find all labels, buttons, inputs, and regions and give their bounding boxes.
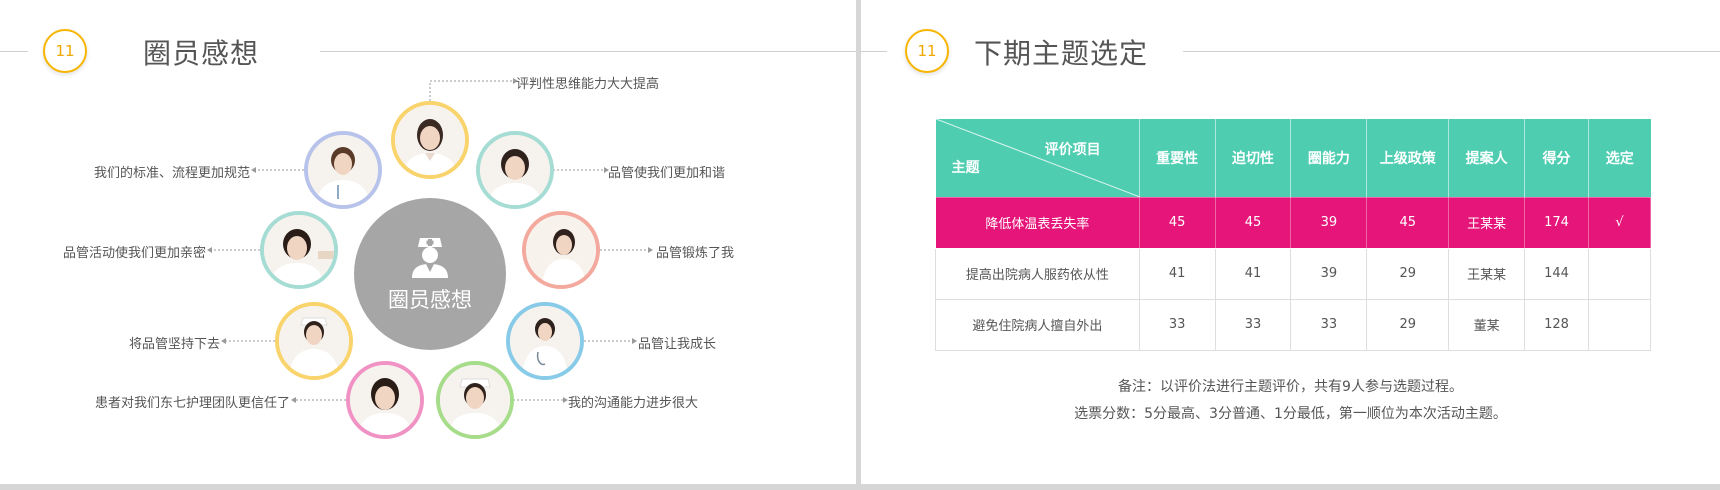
quote-6: 患者对我们东七护理团队更信任了 — [94, 396, 290, 411]
cell-superior-policy: 45 — [1366, 196, 1450, 249]
cell-selected: √ — [1588, 196, 1651, 249]
header-urgency: 迫切性 — [1215, 119, 1292, 197]
cell-topic: 降低体温表丢失率 — [935, 196, 1140, 249]
cell-urgency: 33 — [1214, 298, 1292, 351]
cell-selected — [1588, 298, 1651, 351]
cell-topic: 提高出院病人服药依从性 — [935, 247, 1140, 300]
cell-score: 144 — [1524, 247, 1590, 300]
note-line-1: 备注：以评价法进行主题评价，共有9人参与选题过程。 — [1118, 379, 1463, 395]
header-superior-policy: 上级政策 — [1366, 119, 1450, 197]
quote-1: 评判性思维能力大大提高 — [516, 77, 660, 92]
diagonal-header-cell: 评价项目 主题 — [935, 119, 1140, 197]
table-header-row: 评价项目 主题 重要性 迫切性 圈能力 上级政策 提案人 得分 选定 — [935, 119, 1651, 197]
header-proposer: 提案人 — [1448, 119, 1526, 197]
notes-block: 备注：以评价法进行主题评价，共有9人参与选题过程。 选票分数：5分最高、3分普通… — [861, 374, 1720, 428]
header-selected: 选定 — [1588, 119, 1651, 197]
cell-score: 128 — [1524, 298, 1590, 351]
table-row: 避免住院病人擅自外出 33 33 33 29 董某 128 — [935, 298, 1651, 351]
member-photo-1 — [391, 101, 469, 179]
quote-3: 品管锻炼了我 — [656, 246, 735, 261]
cell-urgency: 41 — [1214, 247, 1292, 300]
cell-importance: 45 — [1138, 196, 1216, 249]
header-score: 得分 — [1524, 119, 1590, 197]
cell-proposer: 王某某 — [1448, 196, 1526, 249]
cell-importance: 41 — [1138, 247, 1216, 300]
header-topic: 主题 — [951, 159, 980, 176]
cell-circle-ability: 33 — [1290, 298, 1368, 351]
cell-topic: 避免住院病人擅自外出 — [935, 298, 1140, 351]
header-eval-items: 评价项目 — [1044, 142, 1101, 158]
header-line-left — [861, 51, 887, 52]
quote-4: 品管让我成长 — [638, 337, 717, 352]
topic-score-table: 评价项目 主题 重要性 迫切性 圈能力 上级政策 提案人 得分 选定 降低体温表… — [935, 119, 1651, 351]
member-photo-8 — [260, 211, 338, 289]
page-title: 下期主题选定 — [974, 37, 1149, 70]
member-photo-4 — [506, 302, 584, 380]
slide-member-thoughts: 11 圈员感想 圈员感想 评判性思维能力大大提高 品管使我们更加和谐 品管锻炼了… — [0, 0, 856, 484]
member-photo-6 — [346, 361, 424, 439]
quote-8: 品管活动使我们更加亲密 — [62, 246, 206, 261]
cell-score: 174 — [1524, 196, 1590, 249]
slide-number-badge: 11 — [905, 29, 949, 73]
table-row: 降低体温表丢失率 45 45 39 45 王某某 174 √ — [935, 196, 1651, 249]
member-photo-3 — [522, 211, 600, 289]
cell-importance: 33 — [1138, 298, 1216, 351]
header-line-right — [1183, 51, 1720, 52]
cell-selected — [1588, 247, 1651, 300]
cell-circle-ability: 39 — [1290, 247, 1368, 300]
member-photo-2 — [476, 131, 554, 209]
note-line-2: 选票分数：5分最高、3分普通、1分最低，第一顺位为本次活动主题。 — [1074, 406, 1507, 422]
slide-next-topic-selection: 11 下期主题选定 评价项目 主题 重要性 迫切性 圈能力 上级政策 提案人 得… — [861, 0, 1720, 484]
quote-9: 我们的标准、流程更加规范 — [93, 166, 250, 181]
cell-urgency: 45 — [1214, 196, 1292, 249]
header-circle-ability: 圈能力 — [1290, 119, 1368, 197]
cell-superior-policy: 29 — [1366, 247, 1450, 300]
connector-1 — [429, 80, 513, 101]
member-photo-9 — [304, 131, 382, 209]
quote-7: 将品管坚持下去 — [128, 337, 220, 352]
member-photo-7 — [275, 302, 353, 380]
cell-circle-ability: 39 — [1290, 196, 1368, 249]
table-row: 提高出院病人服药依从性 41 41 39 29 王某某 144 — [935, 247, 1651, 300]
center-circle: 圈员感想 — [354, 198, 506, 350]
cell-proposer: 王某某 — [1448, 247, 1526, 300]
member-photo-5 — [436, 361, 514, 439]
header-importance: 重要性 — [1139, 119, 1216, 197]
cell-proposer: 董某 — [1448, 298, 1526, 351]
nurse-icon — [412, 238, 448, 278]
quote-2: 品管使我们更加和谐 — [608, 166, 726, 181]
center-label: 圈员感想 — [388, 288, 472, 312]
cell-superior-policy: 29 — [1366, 298, 1450, 351]
quote-5: 我的沟通能力进步很大 — [568, 396, 699, 411]
